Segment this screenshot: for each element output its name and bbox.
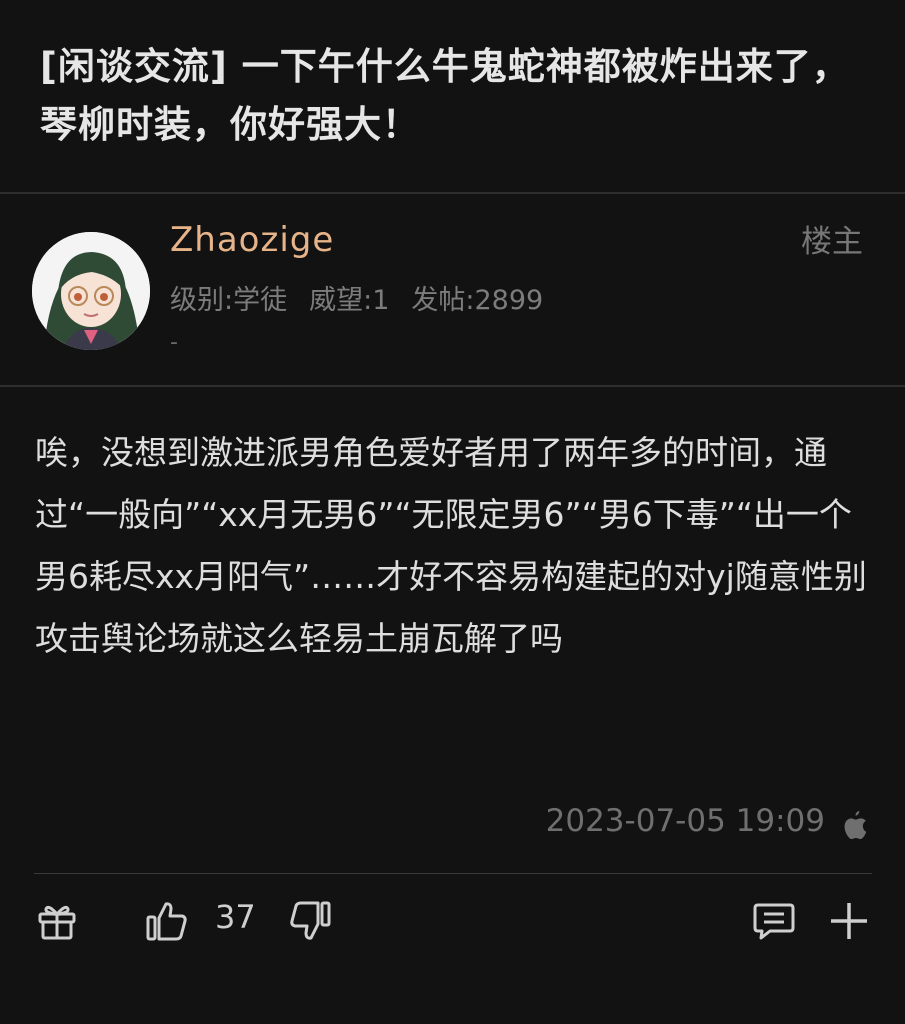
user-level: 级别:学徒 bbox=[170, 285, 288, 316]
avatar[interactable] bbox=[32, 232, 150, 350]
divider bbox=[34, 873, 872, 874]
username[interactable]: Zhaozige bbox=[170, 220, 334, 260]
post-body: 唉，没想到激进派男角色爱好者用了两年多的时间，通过“一般向”“xx月无男6”“无… bbox=[35, 422, 870, 670]
user-post-count: 发帖:2899 bbox=[411, 285, 544, 316]
post-body-text: 唉，没想到激进派男角色爱好者用了两年多的时间，通过“一般向”“xx月无男6”“无… bbox=[35, 433, 867, 658]
like-count: 37 bbox=[215, 898, 256, 936]
post-title: [闲谈交流] 一下午什么牛鬼蛇神都被炸出来了，琴柳时装，你好强大！ bbox=[40, 45, 850, 146]
post-timestamp: 2023-07-05 19:09 bbox=[545, 803, 825, 839]
divider bbox=[0, 192, 905, 194]
user-meta: 级别:学徒 威望:1 发帖:2899 bbox=[170, 278, 543, 317]
thumbs-down-icon[interactable] bbox=[288, 900, 332, 942]
user-prestige: 威望:1 bbox=[309, 285, 390, 316]
user-signature: - bbox=[170, 330, 178, 355]
gift-icon[interactable] bbox=[36, 900, 78, 942]
avatar-illustration bbox=[32, 232, 150, 350]
plus-icon[interactable] bbox=[828, 900, 870, 942]
op-badge: 楼主 bbox=[801, 224, 863, 260]
divider bbox=[0, 385, 905, 387]
comment-icon[interactable] bbox=[752, 900, 796, 942]
apple-icon bbox=[844, 811, 867, 840]
thumbs-up-icon[interactable] bbox=[145, 900, 189, 942]
